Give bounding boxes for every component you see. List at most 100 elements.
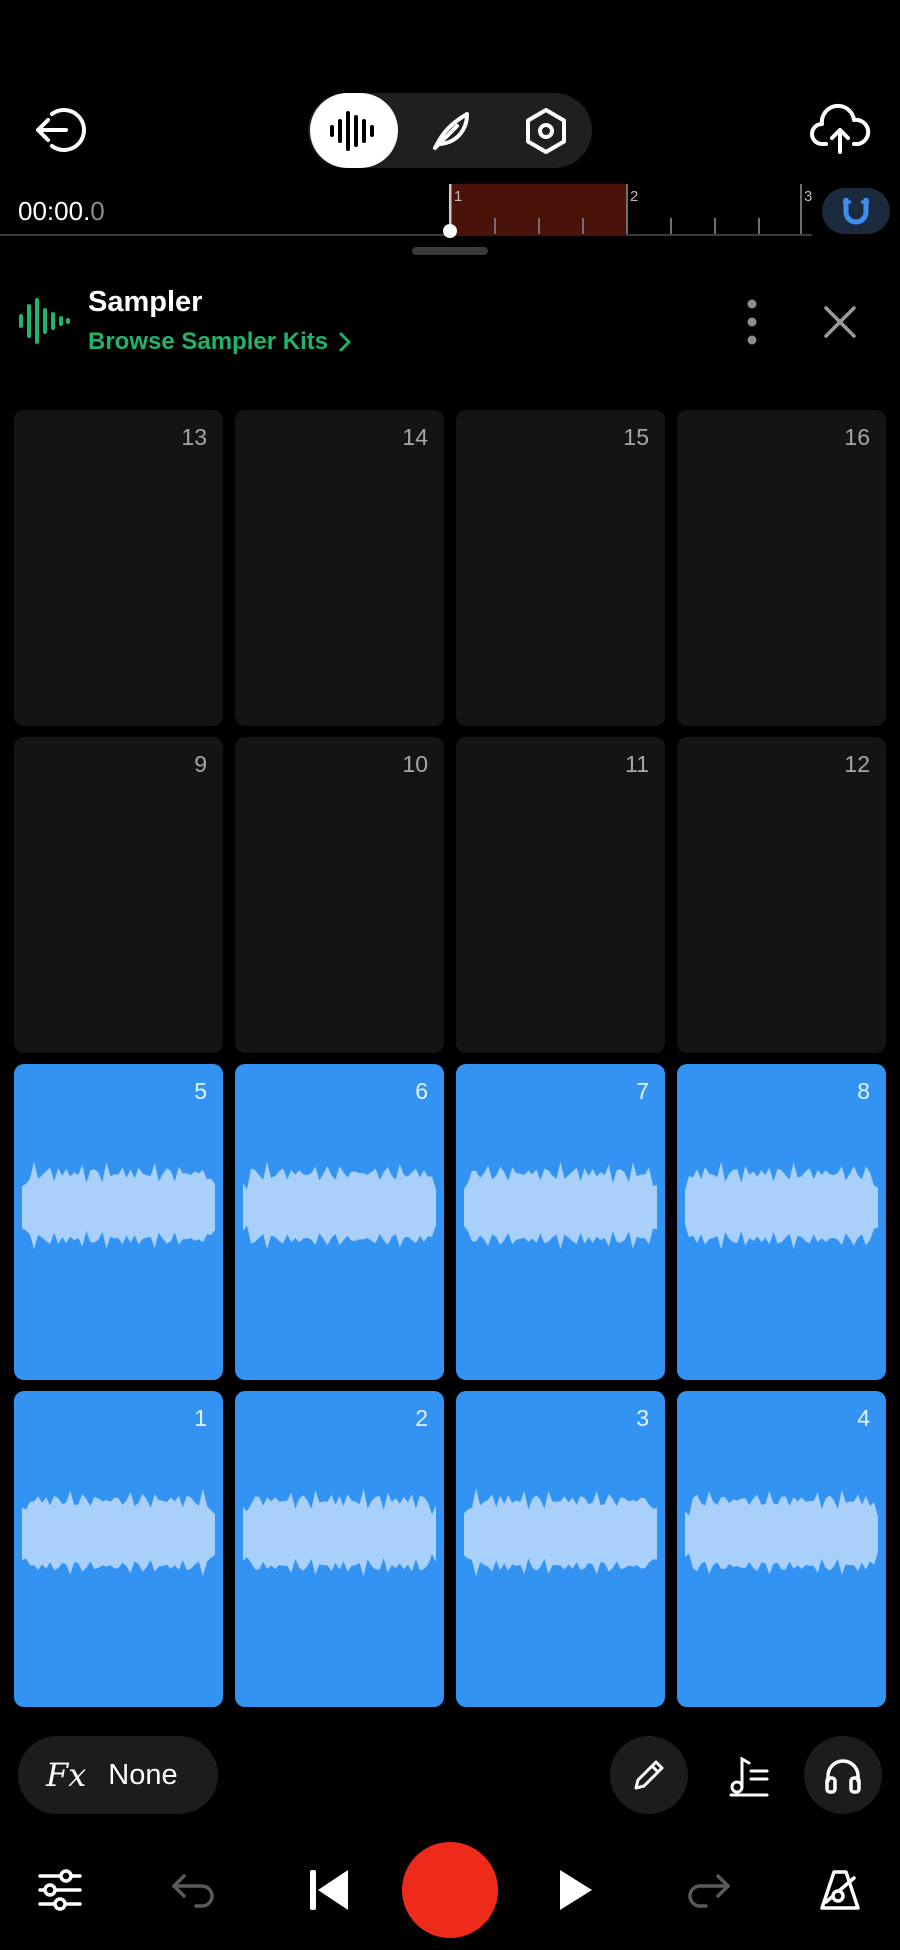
sample-waveform: [22, 1161, 215, 1250]
pad-12[interactable]: 12: [677, 737, 886, 1053]
instrument-mode-button[interactable]: [310, 93, 398, 168]
pencil-icon: [634, 1760, 664, 1790]
beat-tick: [670, 218, 672, 234]
beat-tick: [494, 218, 496, 234]
beat-tick: [538, 218, 540, 234]
more-options-button[interactable]: [730, 296, 774, 348]
pad-2[interactable]: 2: [235, 1391, 444, 1707]
redo-button[interactable]: [668, 1850, 748, 1930]
exit-icon: [36, 108, 86, 152]
sample-waveform: [685, 1490, 878, 1575]
upload-button[interactable]: [808, 100, 872, 164]
fx-selector[interactable]: Fx None: [18, 1736, 218, 1814]
more-vertical-icon: [747, 299, 757, 345]
play-icon: [560, 1870, 592, 1910]
sample-waveform: [243, 1488, 436, 1577]
pad-7[interactable]: 7: [456, 1064, 665, 1380]
browse-kits-label: Browse Sampler Kits: [88, 328, 329, 355]
snap-toggle[interactable]: [822, 188, 890, 234]
pad-3[interactable]: 3: [456, 1391, 665, 1707]
pad-number: 7: [636, 1078, 649, 1104]
time-main: 00:00.: [18, 196, 91, 226]
beat-tick: [714, 218, 716, 234]
feather-icon: [433, 111, 469, 150]
pad-1[interactable]: 1: [14, 1391, 223, 1707]
bar-tick: [800, 184, 802, 234]
pad-14[interactable]: 14: [235, 410, 444, 726]
browse-kits-link[interactable]: Browse Sampler Kits: [88, 328, 352, 356]
panel-drag-handle[interactable]: [412, 247, 488, 255]
sample-waveform: [464, 1488, 657, 1577]
fx-label: Fx: [46, 1756, 87, 1794]
beat-tick: [758, 218, 760, 234]
hex-settings-icon: [526, 107, 566, 154]
sample-waveform: [464, 1161, 657, 1250]
cloud-upload-icon: [810, 103, 871, 154]
compose-mode-button[interactable]: [406, 93, 494, 168]
redo-icon: [688, 1874, 730, 1908]
pad-number: 14: [402, 424, 428, 450]
pad-number: 1: [194, 1405, 207, 1431]
mixer-button[interactable]: [20, 1850, 100, 1930]
settings-mode-button[interactable]: [502, 93, 590, 168]
mode-switcher: [308, 93, 592, 168]
pad-11[interactable]: 11: [456, 737, 665, 1053]
pad-number: 9: [194, 751, 207, 777]
metronome-icon: [820, 1870, 860, 1910]
pad-4[interactable]: 4: [677, 1391, 886, 1707]
sample-waveform: [243, 1162, 436, 1249]
pad-number: 12: [844, 751, 870, 777]
beat-tick: [582, 218, 584, 234]
pad-number: 15: [623, 424, 649, 450]
sample-waveform: [685, 1161, 878, 1250]
close-button[interactable]: [818, 300, 862, 344]
fx-value: None: [108, 1758, 178, 1791]
rewind-button[interactable]: [288, 1850, 368, 1930]
sampler-icon: [18, 298, 70, 344]
pad-number: 5: [194, 1078, 207, 1104]
playhead-handle[interactable]: [443, 224, 457, 238]
close-icon: [824, 306, 856, 338]
monitor-button[interactable]: [804, 1736, 882, 1814]
quantize-button[interactable]: [710, 1736, 788, 1814]
metronome-button[interactable]: [800, 1850, 880, 1930]
pad-8[interactable]: 8: [677, 1064, 886, 1380]
pad-number: 6: [415, 1078, 428, 1104]
pad-10[interactable]: 10: [235, 737, 444, 1053]
pad-13[interactable]: 13: [14, 410, 223, 726]
record-button[interactable]: [402, 1842, 498, 1938]
pad-number: 3: [636, 1405, 649, 1431]
waveform-icon: [330, 110, 374, 151]
pad-number: 8: [857, 1078, 870, 1104]
skip-back-icon: [310, 1870, 348, 1910]
time-ms: 0: [90, 196, 105, 226]
pad-number: 16: [844, 424, 870, 450]
note-settings-icon: [729, 1756, 769, 1797]
bar-number: 1: [454, 188, 463, 205]
play-button[interactable]: [536, 1850, 616, 1930]
instrument-name: Sampler: [88, 286, 203, 318]
pad-16[interactable]: 16: [677, 410, 886, 726]
pad-number: 2: [415, 1405, 428, 1431]
headphones-icon: [825, 1759, 861, 1794]
pad-6[interactable]: 6: [235, 1064, 444, 1380]
pad-5[interactable]: 5: [14, 1064, 223, 1380]
pad-9[interactable]: 9: [14, 737, 223, 1053]
magnet-icon: [843, 198, 869, 225]
exit-button[interactable]: [30, 100, 90, 160]
pad-number: 13: [181, 424, 207, 450]
pad-number: 4: [857, 1405, 870, 1431]
pad-15[interactable]: 15: [456, 410, 665, 726]
bar-number: 3: [804, 188, 813, 205]
pad-grid: 13 14 15 16 9 10 11 12 5 6 7 8 1 2 3 4: [14, 410, 886, 1708]
undo-button[interactable]: [154, 1850, 234, 1930]
timeline-track[interactable]: [0, 234, 812, 236]
edit-button[interactable]: [610, 1736, 688, 1814]
time-counter: 00:00.0: [18, 196, 105, 227]
mixer-icon: [38, 1869, 82, 1911]
chevron-right-icon: [339, 332, 351, 352]
undo-icon: [172, 1874, 214, 1908]
bar-tick: [626, 184, 628, 234]
bar-number: 2: [630, 188, 639, 205]
pad-number: 11: [625, 751, 649, 777]
